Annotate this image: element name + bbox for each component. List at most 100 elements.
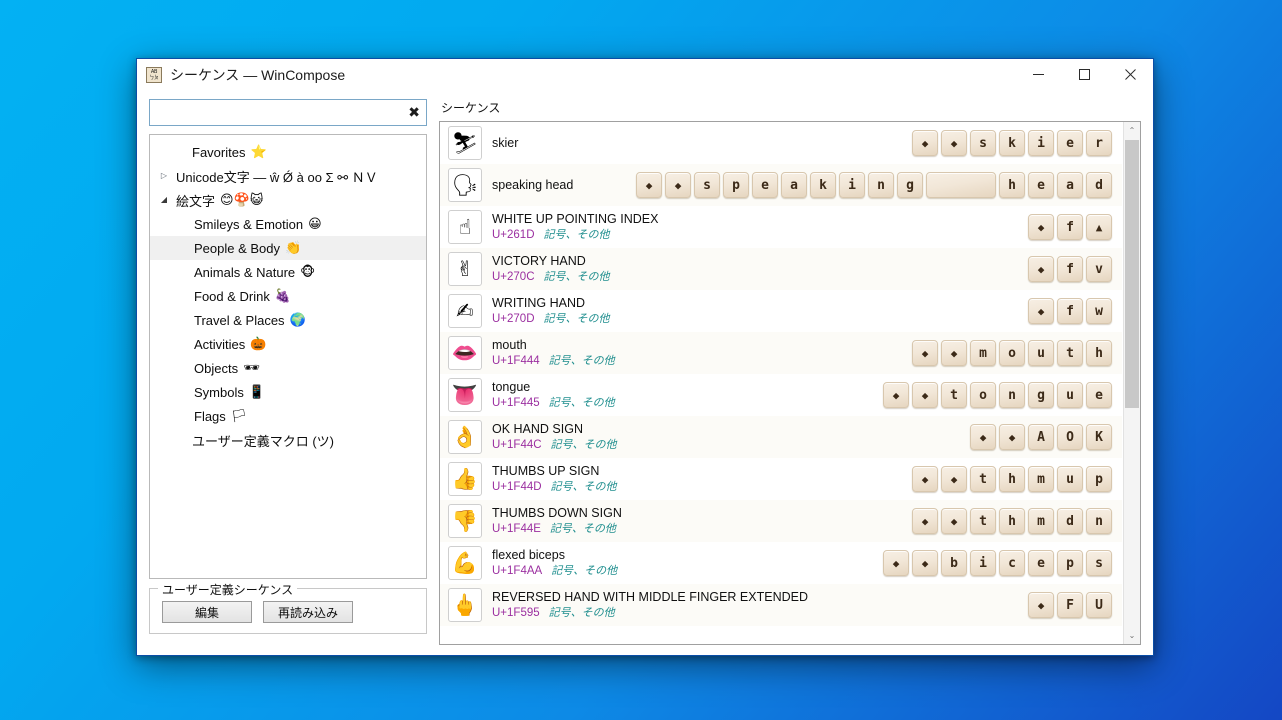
key-k[interactable]: k: [999, 130, 1025, 156]
close-button[interactable]: [1107, 59, 1153, 90]
table-row[interactable]: 👍 THUMBS UP SIGN U+1F44D 記号、その他 ◆ ◆ t h m u p: [440, 458, 1122, 500]
key-space[interactable]: [926, 172, 996, 198]
sequence-list[interactable]: ⛷ skier ◆ ◆ s k i e r 🗣 speaking head ◆ ◆ s p e a k i n g h e a…: [439, 121, 1141, 645]
key-O[interactable]: O: [1057, 424, 1083, 450]
key-p[interactable]: p: [1086, 466, 1112, 492]
tree-item-activities[interactable]: Activities 🎃: [150, 332, 426, 356]
key-k[interactable]: k: [810, 172, 836, 198]
key-s[interactable]: s: [694, 172, 720, 198]
key-compose-icon[interactable]: ◆: [1028, 592, 1054, 618]
table-row[interactable]: ✍ WRITING HAND U+270D 記号、その他 ◆ f w: [440, 290, 1122, 332]
key-U[interactable]: U: [1086, 592, 1112, 618]
scroll-up-icon[interactable]: ⌃: [1124, 122, 1140, 139]
key-u[interactable]: u: [1057, 466, 1083, 492]
key-a[interactable]: a: [781, 172, 807, 198]
key-b[interactable]: b: [941, 550, 967, 576]
tree-item-food-drink[interactable]: Food & Drink 🍇: [150, 284, 426, 308]
key-v[interactable]: v: [1086, 256, 1112, 282]
key-s[interactable]: s: [970, 130, 996, 156]
key-g[interactable]: g: [1028, 382, 1054, 408]
key-compose-icon[interactable]: ◆: [941, 466, 967, 492]
key-compose-icon[interactable]: ◆: [912, 466, 938, 492]
tree-item-travel-places[interactable]: Travel & Places 🌍: [150, 308, 426, 332]
chevron-down-icon[interactable]: ◢: [156, 196, 172, 204]
minimize-button[interactable]: [1015, 59, 1061, 90]
tree-item-people-body[interactable]: People & Body 👏: [150, 236, 426, 260]
scroll-down-icon[interactable]: ⌄: [1124, 627, 1140, 644]
key-F[interactable]: F: [1057, 592, 1083, 618]
vertical-scrollbar[interactable]: ⌃ ⌄: [1123, 122, 1140, 644]
key-m[interactable]: m: [1028, 508, 1054, 534]
key-compose-icon[interactable]: ◆: [941, 130, 967, 156]
key-r[interactable]: r: [1086, 130, 1112, 156]
key-compose-icon[interactable]: ◆: [883, 550, 909, 576]
key-n[interactable]: n: [999, 382, 1025, 408]
key-d[interactable]: d: [1057, 508, 1083, 534]
key-u[interactable]: u: [1028, 340, 1054, 366]
chevron-right-icon[interactable]: ▷: [156, 172, 172, 180]
key-n[interactable]: n: [868, 172, 894, 198]
key-n[interactable]: n: [1086, 508, 1112, 534]
tree-item-objects[interactable]: Objects 🕶: [150, 356, 426, 380]
table-row[interactable]: ✌ VICTORY HAND U+270C 記号、その他 ◆ f v: [440, 248, 1122, 290]
key-t[interactable]: t: [1057, 340, 1083, 366]
tree-item-smileys-emotion[interactable]: Smileys & Emotion 😀: [150, 212, 426, 236]
key-compose-icon[interactable]: ◆: [636, 172, 662, 198]
table-row[interactable]: 💪 flexed biceps U+1F4AA 記号、その他 ◆ ◆ b i c e p s: [440, 542, 1122, 584]
key-i[interactable]: i: [839, 172, 865, 198]
table-row[interactable]: 👄 mouth U+1F444 記号、その他 ◆ ◆ m o u t h: [440, 332, 1122, 374]
key-compose-icon[interactable]: ◆: [970, 424, 996, 450]
key-f[interactable]: f: [1057, 256, 1083, 282]
key-e[interactable]: e: [1028, 550, 1054, 576]
key-t[interactable]: t: [970, 466, 996, 492]
table-row[interactable]: 👅 tongue U+1F445 記号、その他 ◆ ◆ t o n g u e: [440, 374, 1122, 416]
tree-item-symbols[interactable]: Symbols 📱: [150, 380, 426, 404]
key-t[interactable]: t: [970, 508, 996, 534]
key-compose-icon[interactable]: ◆: [912, 508, 938, 534]
tree-item-favorites[interactable]: Favorites ⭐: [150, 140, 426, 164]
key-t[interactable]: t: [941, 382, 967, 408]
key-m[interactable]: m: [1028, 466, 1054, 492]
reload-button[interactable]: 再読み込み: [263, 601, 353, 623]
tree-item-emoji-root[interactable]: ◢ 絵文字 😊🍄😺: [150, 188, 426, 212]
key-compose-icon[interactable]: ◆: [941, 508, 967, 534]
category-tree[interactable]: Favorites ⭐ ▷ Unicode文字 — ŵ Ǿ à ᴏᴏ Σ ⚯ Ｎ…: [149, 134, 427, 579]
key-compose-icon[interactable]: ◆: [1028, 256, 1054, 282]
tree-item-flags[interactable]: Flags 🏳: [150, 404, 426, 428]
key-g[interactable]: g: [897, 172, 923, 198]
search-box[interactable]: ✖: [149, 99, 427, 126]
key-compose-icon[interactable]: ◆: [1028, 298, 1054, 324]
key-compose-icon[interactable]: ◆: [665, 172, 691, 198]
key-e[interactable]: e: [752, 172, 778, 198]
key-d[interactable]: d: [1086, 172, 1112, 198]
search-input[interactable]: [150, 100, 426, 125]
key-compose-icon[interactable]: ◆: [941, 340, 967, 366]
table-row[interactable]: 🖕 REVERSED HAND WITH MIDDLE FINGER EXTEND…: [440, 584, 1122, 626]
key-compose-icon[interactable]: ◆: [912, 382, 938, 408]
scrollbar-thumb[interactable]: [1125, 140, 1139, 408]
table-row[interactable]: 🗣 speaking head ◆ ◆ s p e a k i n g h e a d: [440, 164, 1122, 206]
table-row[interactable]: ⛷ skier ◆ ◆ s k i e r: [440, 122, 1122, 164]
key-compose-icon[interactable]: ◆: [1028, 214, 1054, 240]
key-h[interactable]: h: [1086, 340, 1112, 366]
key-K[interactable]: K: [1086, 424, 1112, 450]
key-compose-icon[interactable]: ◆: [912, 340, 938, 366]
key-f[interactable]: f: [1057, 214, 1083, 240]
key-w[interactable]: w: [1086, 298, 1112, 324]
key-o[interactable]: o: [970, 382, 996, 408]
key-h[interactable]: h: [999, 172, 1025, 198]
key-▲[interactable]: ▲: [1086, 214, 1112, 240]
key-s[interactable]: s: [1086, 550, 1112, 576]
key-a[interactable]: a: [1057, 172, 1083, 198]
key-u[interactable]: u: [1057, 382, 1083, 408]
table-row[interactable]: 👎 THUMBS DOWN SIGN U+1F44E 記号、その他 ◆ ◆ t h m d n: [440, 500, 1122, 542]
key-i[interactable]: i: [1028, 130, 1054, 156]
key-compose-icon[interactable]: ◆: [999, 424, 1025, 450]
key-o[interactable]: o: [999, 340, 1025, 366]
tree-item-animals-nature[interactable]: Animals & Nature 🐵: [150, 260, 426, 284]
key-p[interactable]: p: [723, 172, 749, 198]
key-e[interactable]: e: [1086, 382, 1112, 408]
key-e[interactable]: e: [1057, 130, 1083, 156]
key-compose-icon[interactable]: ◆: [883, 382, 909, 408]
tree-item-user-macros[interactable]: ユーザー定義マクロ (ツ): [150, 428, 426, 452]
